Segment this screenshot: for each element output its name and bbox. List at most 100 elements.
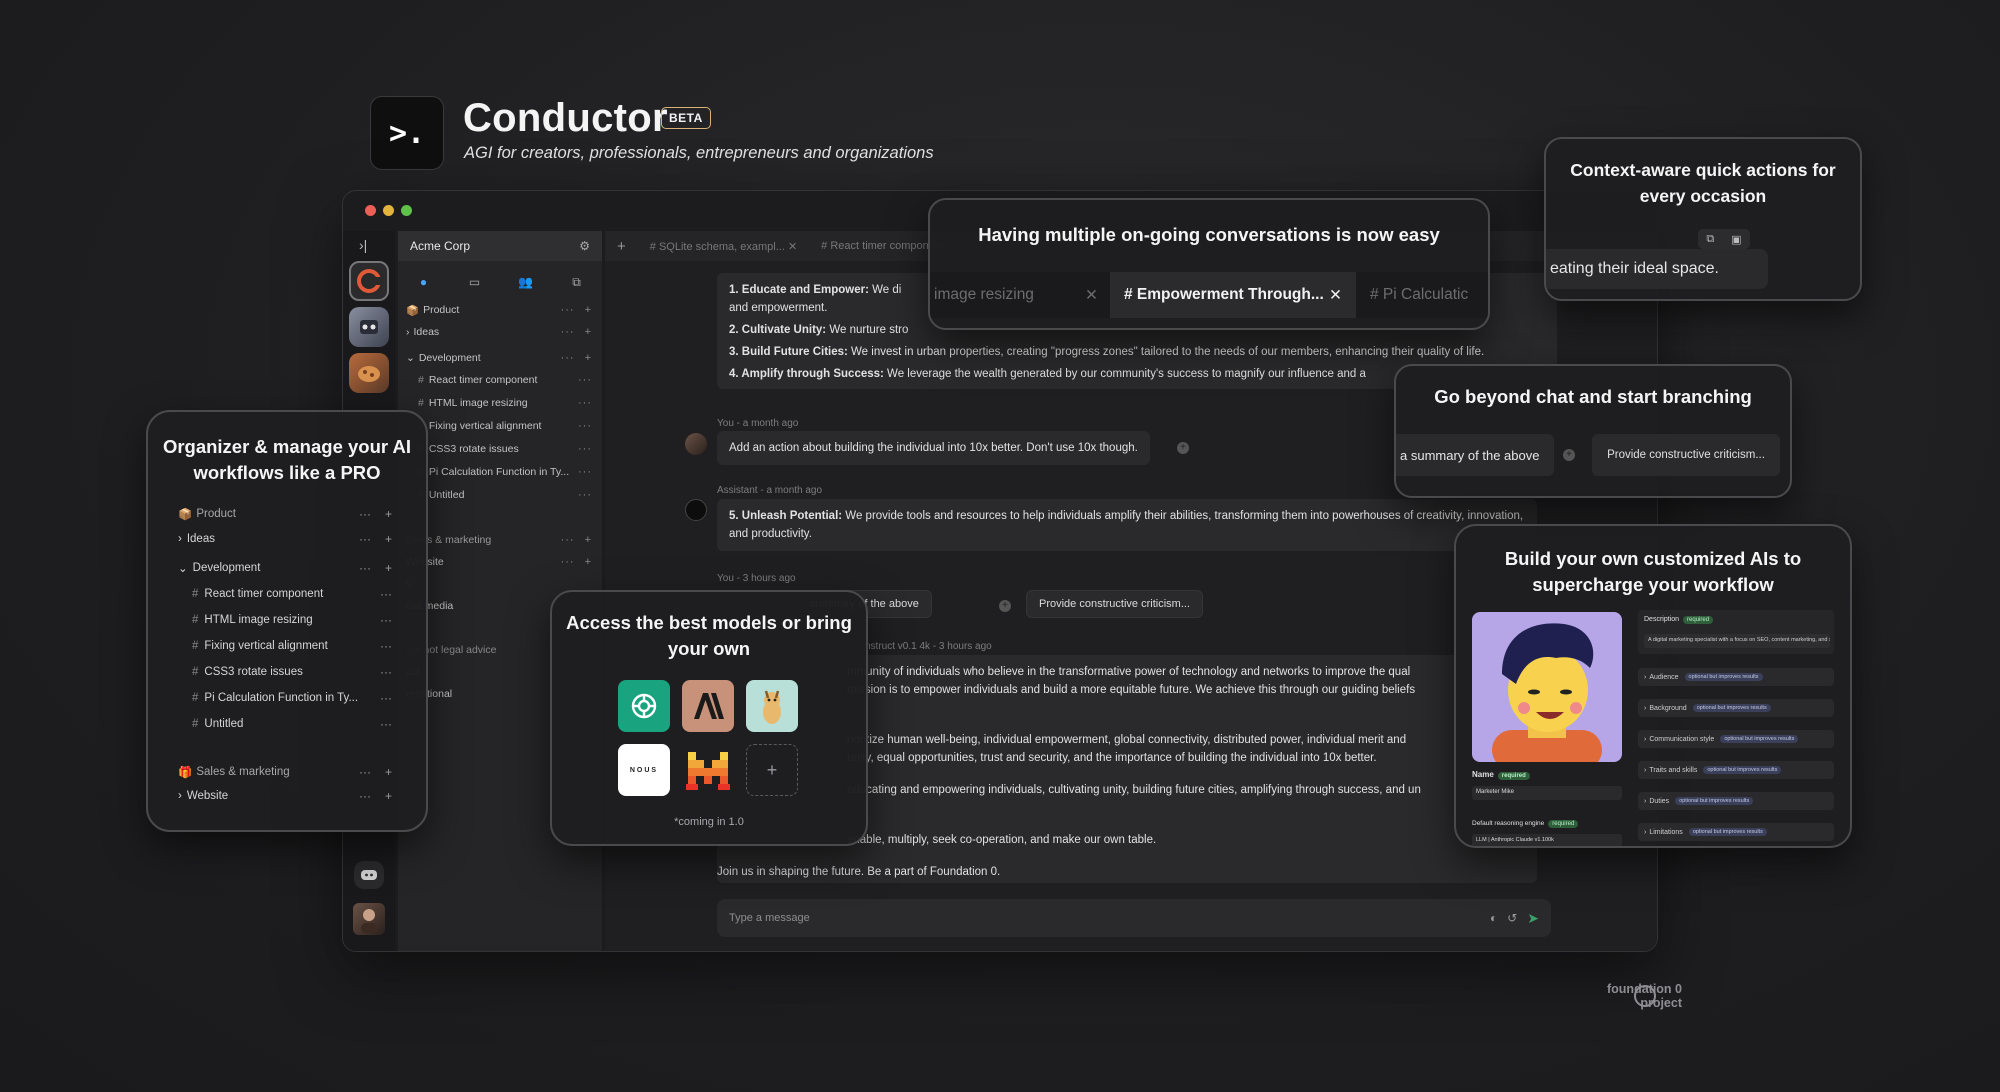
- more-icon[interactable]: ···: [578, 489, 592, 501]
- sidebar-item[interactable]: # React timer component ···: [418, 371, 592, 389]
- list-item[interactable]: # Untitled ···: [192, 714, 392, 734]
- sidebar-item[interactable]: #Pi Calculation Function in Ty...···: [418, 463, 592, 481]
- sidebar-item[interactable]: # HTML image resizing ···: [418, 394, 592, 412]
- more-icon[interactable]: ···: [578, 443, 592, 455]
- close-icon[interactable]: ✕: [1085, 286, 1098, 305]
- plus-icon[interactable]: +: [585, 352, 592, 364]
- maximize-window-button[interactable]: [401, 205, 412, 216]
- folder-product[interactable]: 📦 Product ··· +: [178, 504, 392, 524]
- plus-icon[interactable]: +: [385, 765, 392, 779]
- folder-development[interactable]: ⌄ Development ··· +: [178, 558, 392, 578]
- more-icon[interactable]: ···: [380, 639, 392, 653]
- more-icon[interactable]: ···: [380, 613, 392, 627]
- close-window-button[interactable]: [365, 205, 376, 216]
- tab-empowerment[interactable]: # Empowerment Through... ✕: [1110, 272, 1356, 318]
- list-item[interactable]: # Fixing vertical alignment ···: [192, 636, 392, 656]
- settings-icon[interactable]: ◐: [1490, 911, 1497, 925]
- list-item[interactable]: # React timer component ···: [192, 584, 392, 604]
- engine-select[interactable]: LLM | Anthropic Claude v1.100k: [1472, 834, 1622, 846]
- anthropic-logo-icon[interactable]: [682, 680, 734, 732]
- plus-icon[interactable]: +: [385, 789, 392, 803]
- description-field[interactable]: A digital marketing specialist with a fo…: [1644, 634, 1830, 648]
- add-model-plus-icon[interactable]: +: [746, 744, 798, 796]
- nous-logo-icon[interactable]: NOUS: [618, 744, 670, 796]
- workspace-avatar-food[interactable]: [349, 353, 389, 393]
- workspace-avatar-robot[interactable]: [349, 307, 389, 347]
- plus-icon[interactable]: +: [385, 561, 392, 575]
- more-icon[interactable]: ···: [578, 397, 592, 409]
- more-icon[interactable]: ···: [578, 420, 592, 432]
- new-tab-plus-icon[interactable]: +: [605, 238, 638, 255]
- minimize-window-button[interactable]: [383, 205, 394, 216]
- llama-logo-icon[interactable]: [746, 680, 798, 732]
- inbox-tab-icon[interactable]: ▭: [464, 275, 486, 293]
- discord-icon[interactable]: [354, 861, 384, 889]
- plus-icon[interactable]: +: [385, 507, 392, 521]
- plus-icon[interactable]: +: [585, 534, 592, 546]
- more-icon[interactable]: ···: [359, 789, 371, 803]
- field-duties[interactable]: › Duties optional but improves results: [1638, 792, 1834, 810]
- branch-right[interactable]: Provide constructive criticism...: [1592, 434, 1780, 476]
- plus-icon[interactable]: +: [585, 556, 592, 568]
- more-icon[interactable]: ···: [561, 352, 575, 364]
- more-icon[interactable]: ···: [359, 532, 371, 546]
- list-item[interactable]: # Pi Calculation Function in Ty... ···: [192, 688, 392, 708]
- copy-icon[interactable]: ⧉: [1706, 233, 1714, 246]
- sidebar-folder-sales[interactable]: Sales & marketing ··· +: [406, 531, 592, 549]
- more-icon[interactable]: ···: [578, 374, 592, 386]
- tab-sqlite[interactable]: # SQLite schema, exampl... ✕: [638, 240, 809, 253]
- name-field[interactable]: Marketer Mike: [1472, 786, 1622, 800]
- more-icon[interactable]: ···: [561, 304, 575, 316]
- sidebar-folder-product[interactable]: 📦 Product ··· +: [406, 301, 592, 319]
- field-limitations[interactable]: › Limitations optional but improves result…: [1638, 823, 1834, 841]
- more-icon[interactable]: ···: [359, 765, 371, 779]
- tab-image-resizing[interactable]: image resizing ✕: [930, 286, 1110, 305]
- folder-sales[interactable]: 🎁 Sales & marketing ··· +: [178, 762, 392, 782]
- list-item[interactable]: # HTML image resizing ···: [192, 610, 392, 630]
- plus-icon[interactable]: +: [385, 532, 392, 546]
- more-icon[interactable]: ···: [561, 556, 575, 568]
- more-icon[interactable]: ···: [578, 466, 592, 478]
- branch-plus-icon[interactable]: +: [1563, 449, 1575, 461]
- send-icon[interactable]: ➤: [1527, 910, 1539, 927]
- more-icon[interactable]: ···: [380, 587, 392, 601]
- more-icon[interactable]: ···: [359, 507, 371, 521]
- folder-ideas[interactable]: › Ideas ··· +: [178, 529, 392, 549]
- field-traits[interactable]: › Traits and skills optional but improves …: [1638, 761, 1834, 779]
- folder-website[interactable]: › Website ··· +: [178, 786, 392, 806]
- more-icon[interactable]: ···: [380, 665, 392, 679]
- branch-plus-icon[interactable]: +: [999, 600, 1011, 612]
- tab-pi-calculation[interactable]: # Pi Calculatic: [1356, 286, 1468, 304]
- close-icon[interactable]: ✕: [1329, 286, 1342, 305]
- more-icon[interactable]: ···: [359, 561, 371, 575]
- user-avatar[interactable]: [353, 903, 385, 935]
- close-icon[interactable]: ✕: [788, 241, 797, 253]
- sidebar-item[interactable]: #CSS3 rotate issues···: [418, 440, 592, 458]
- expand-sidebar-icon[interactable]: ›|: [359, 237, 367, 253]
- more-icon[interactable]: ···: [380, 717, 392, 731]
- sidebar-item[interactable]: #Fixing vertical alignment···: [418, 417, 592, 435]
- sidebar-folder-ideas[interactable]: › Ideas ··· +: [406, 323, 592, 341]
- workspace-header[interactable]: Acme Corp ⚙: [398, 231, 602, 261]
- more-icon[interactable]: ···: [561, 326, 575, 338]
- field-audience[interactable]: › Audience optional but improves results: [1638, 668, 1834, 686]
- list-item[interactable]: # CSS3 rotate issues ···: [192, 662, 392, 682]
- branch-plus-icon[interactable]: +: [1177, 442, 1189, 454]
- more-icon[interactable]: ···: [380, 691, 392, 705]
- chats-tab-icon[interactable]: ●: [413, 275, 435, 293]
- save-icon[interactable]: ▣: [1731, 233, 1741, 246]
- plus-icon[interactable]: +: [585, 304, 592, 316]
- sidebar-folder-development[interactable]: ⌄ Development ··· +: [406, 349, 592, 367]
- plus-icon[interactable]: +: [585, 326, 592, 338]
- branch-left[interactable]: a summary of the above: [1396, 434, 1554, 476]
- field-communication-style[interactable]: › Communication style optional but improve…: [1638, 730, 1834, 748]
- openai-logo-icon[interactable]: [618, 680, 670, 732]
- message-composer[interactable]: Type a message ◐ ↺ ➤: [717, 899, 1551, 937]
- more-icon[interactable]: ···: [561, 534, 575, 546]
- gear-icon[interactable]: ⚙: [579, 239, 590, 253]
- sidebar-item[interactable]: #Untitled···: [418, 486, 592, 504]
- history-icon[interactable]: ↺: [1507, 911, 1517, 925]
- field-background[interactable]: › Background optional but improves results: [1638, 699, 1834, 717]
- workspace-avatar-conductor[interactable]: [349, 261, 389, 301]
- mistral-logo-icon[interactable]: [682, 744, 734, 796]
